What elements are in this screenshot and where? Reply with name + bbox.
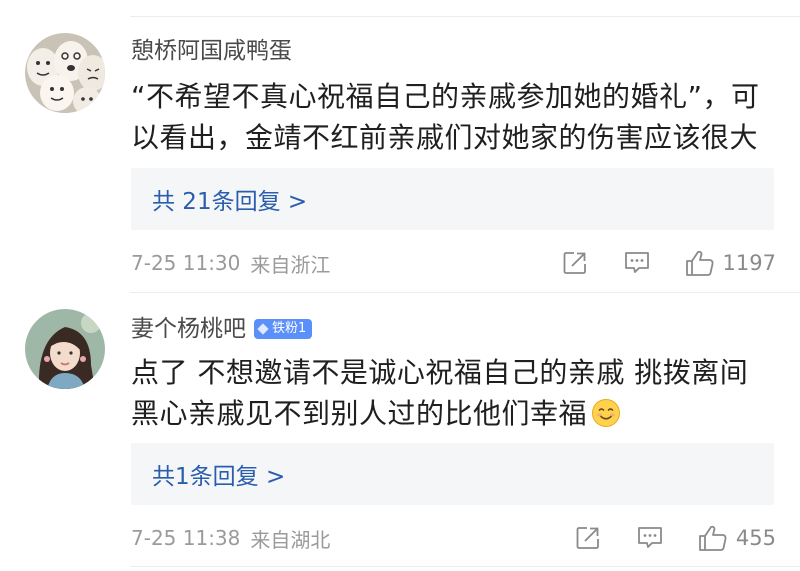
view-replies-link[interactable]: 共 21条回复 > xyxy=(152,182,307,216)
fan-badge[interactable]: 铁粉1 xyxy=(254,319,313,339)
share-icon xyxy=(576,527,599,549)
comment-location: 来自湖北 xyxy=(250,527,331,552)
fan-badge-label: 铁粉1 xyxy=(272,321,307,336)
meta-row: 7-25 11:38 来自湖北 455 xyxy=(131,523,776,553)
comment-time: 7-25 11:38 xyxy=(131,526,241,550)
avatar[interactable] xyxy=(25,309,105,389)
view-replies-link[interactable]: 共1条回复 > xyxy=(152,457,285,491)
avatar[interactable] xyxy=(25,33,105,113)
woman-portrait-avatar-icon xyxy=(25,309,105,389)
comment-icon xyxy=(638,527,662,548)
comment-location: 来自浙江 xyxy=(250,252,331,277)
comment-button[interactable] xyxy=(623,250,651,276)
comment-text-body: 点了 不想邀请不是诚心祝福自己的亲戚 挑拨离间黑心亲戚见不到别人过的比他们幸福 xyxy=(131,356,749,430)
comment-text: 点了 不想邀请不是诚心祝福自己的亲戚 挑拨离间黑心亲戚见不到别人过的比他们幸福 xyxy=(131,352,771,434)
thumbs-up-icon xyxy=(699,525,727,551)
like-button[interactable]: 455 xyxy=(698,524,776,552)
comment-divider xyxy=(130,292,800,293)
comment-time: 7-25 11:30 xyxy=(131,251,241,275)
comment-text: “不希望不真心祝福自己的亲戚参加她的婚礼”，可以看出，金靖不红前亲戚们对她家的伤… xyxy=(131,80,760,154)
username-row: 妻个杨桃吧 铁粉1 xyxy=(131,315,313,343)
share-button[interactable] xyxy=(575,525,601,551)
username[interactable]: 妻个杨桃吧 xyxy=(131,315,246,343)
share-button[interactable] xyxy=(562,250,588,276)
top-divider xyxy=(130,16,800,17)
like-count: 455 xyxy=(735,526,776,550)
action-bar: 455 xyxy=(575,524,776,552)
thumbs-up-icon xyxy=(685,250,714,276)
username-row: 憩桥阿国咸鸭蛋 xyxy=(131,37,292,65)
reply-box[interactable]: 共1条回复 > xyxy=(131,443,774,505)
egg-faces-avatar-icon xyxy=(25,33,105,113)
reply-box[interactable]: 共 21条回复 > xyxy=(131,168,774,230)
meta-row: 7-25 11:30 来自浙江 1197 xyxy=(131,248,776,278)
comment-icon xyxy=(624,252,649,273)
comment-button[interactable] xyxy=(636,525,664,551)
like-count: 1197 xyxy=(722,251,776,275)
action-bar: 1197 xyxy=(562,249,776,277)
share-icon xyxy=(563,252,586,274)
diamond-icon xyxy=(257,323,269,335)
like-button[interactable]: 1197 xyxy=(685,249,776,277)
bottom-divider xyxy=(130,566,800,567)
username[interactable]: 憩桥阿国咸鸭蛋 xyxy=(131,37,292,65)
smiling-face-emoji-icon xyxy=(592,399,621,427)
